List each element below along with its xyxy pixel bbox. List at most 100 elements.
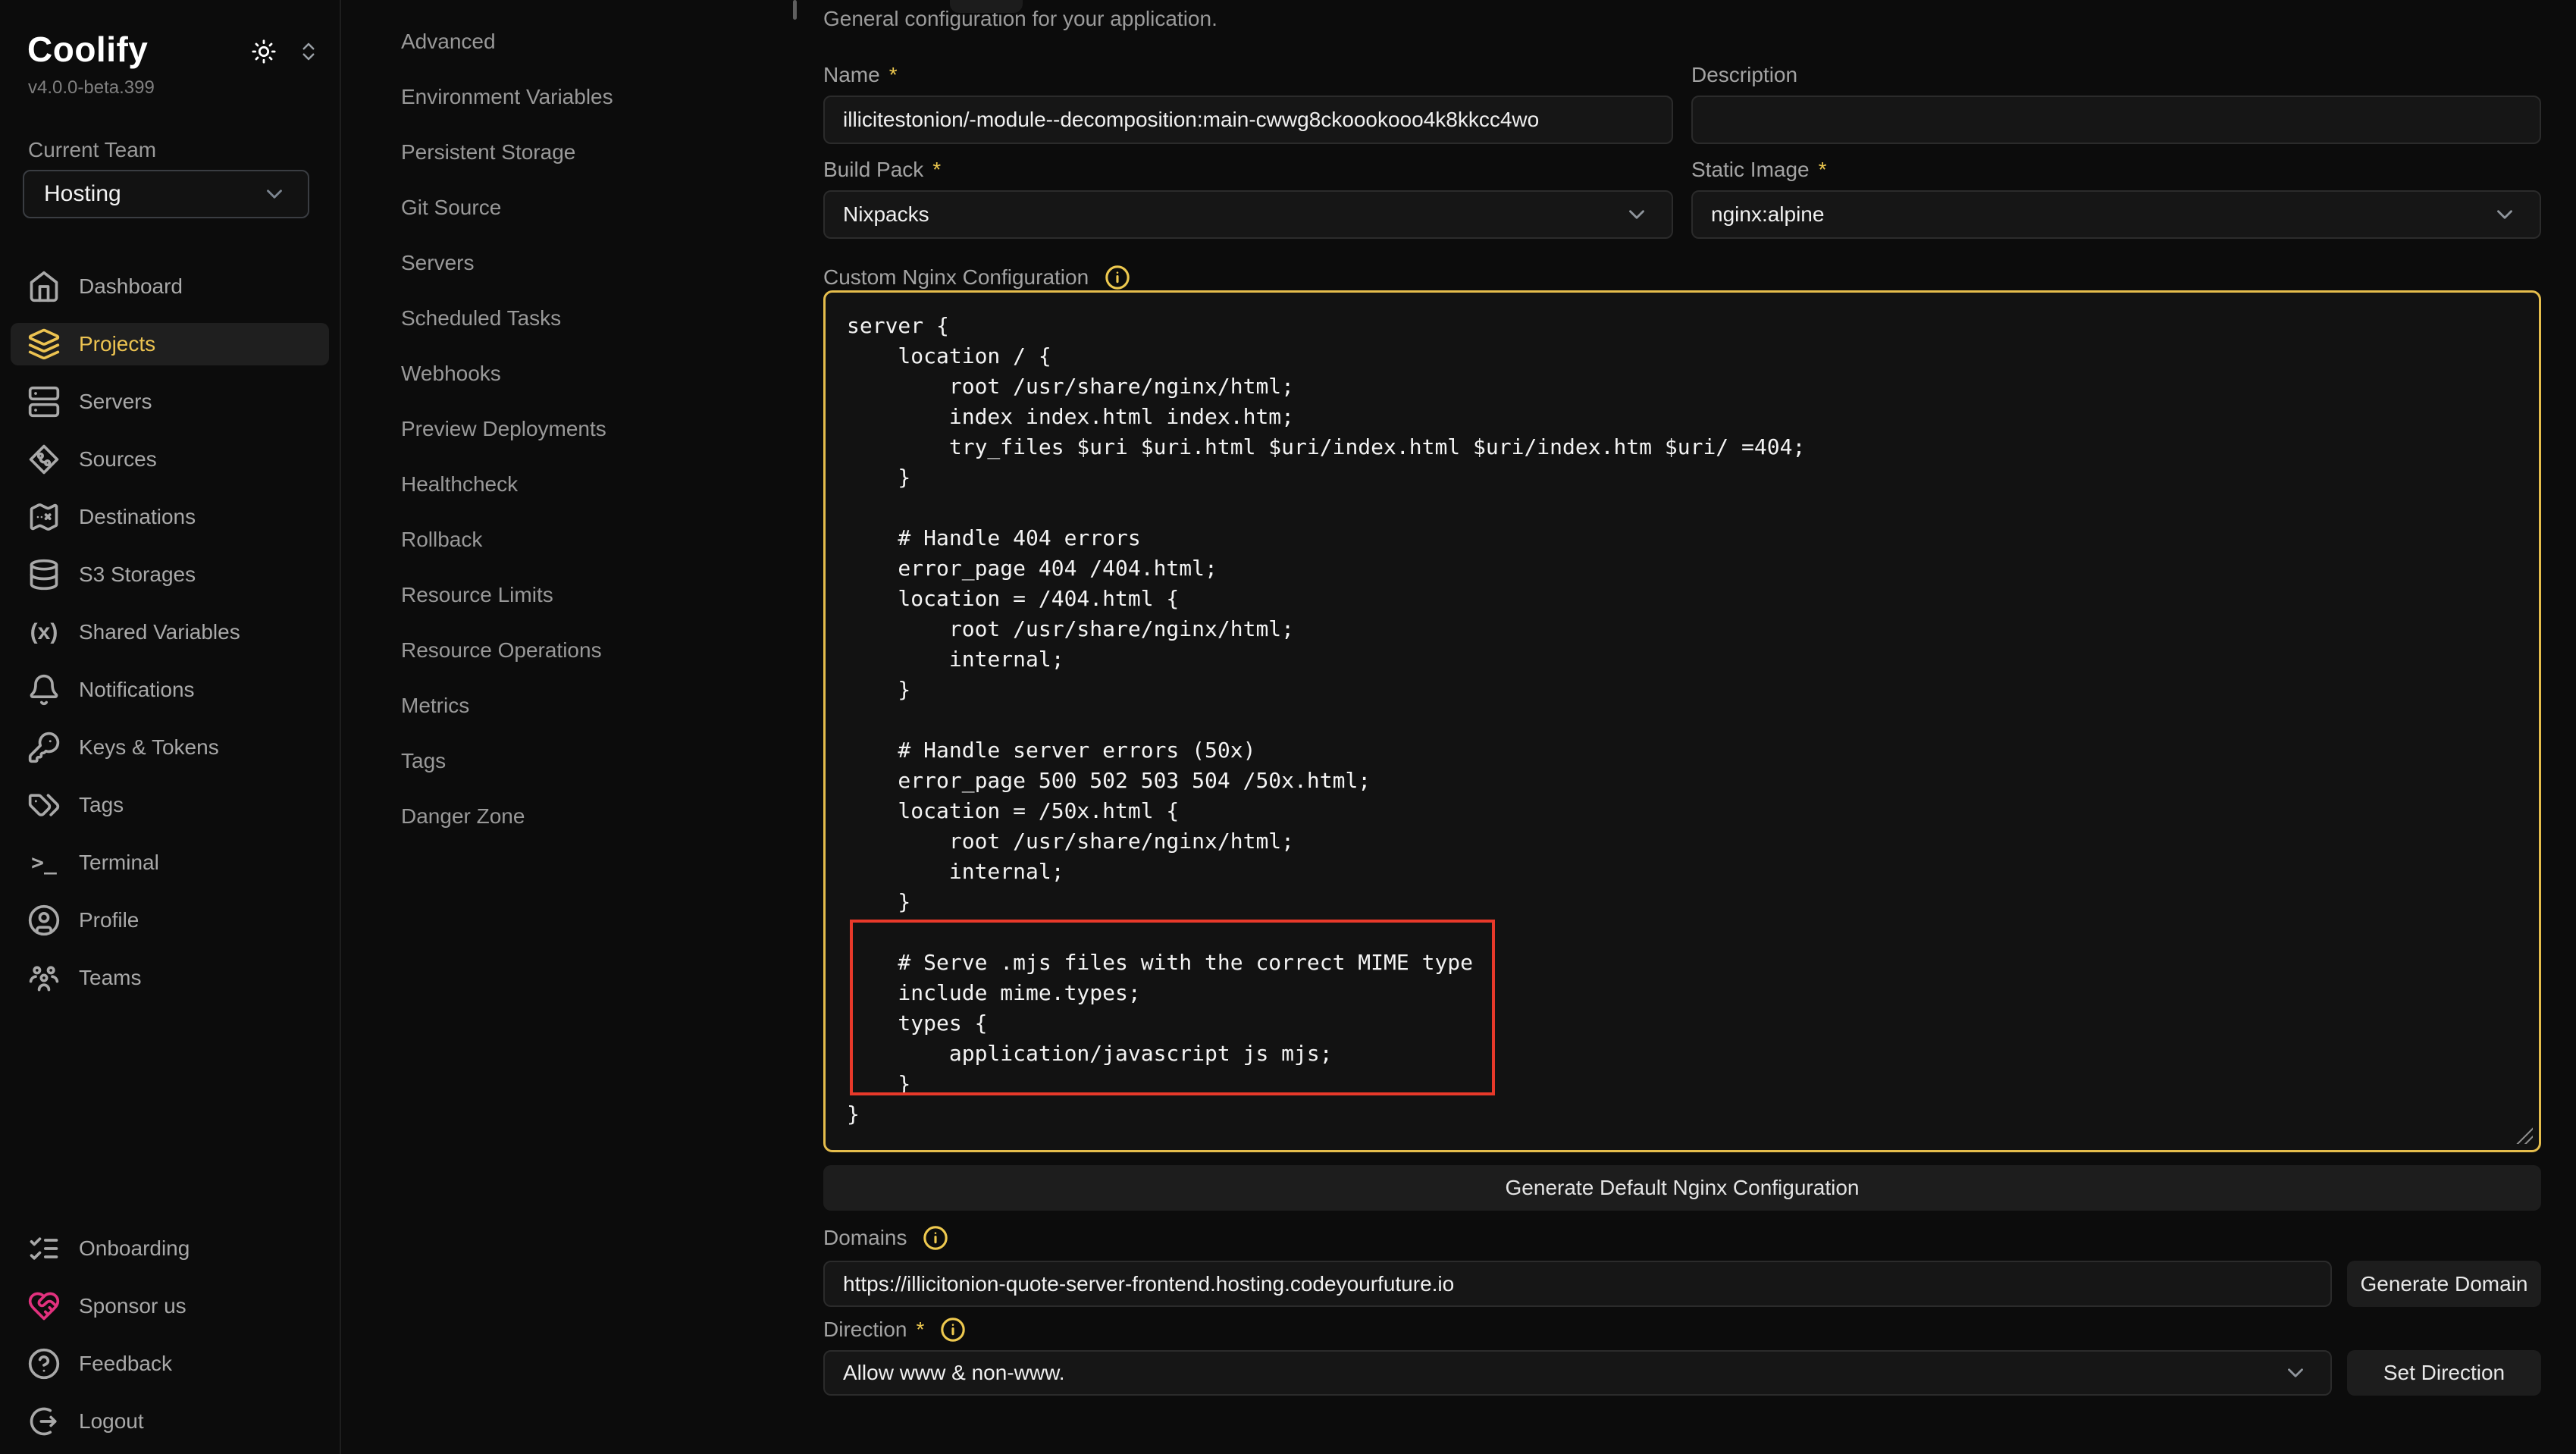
- sidebar-item-label: Terminal: [79, 851, 159, 875]
- set-direction-button[interactable]: Set Direction: [2347, 1350, 2541, 1396]
- nginx-config-code: server { location / { root /usr/share/ng…: [826, 293, 2539, 1130]
- team-select-value: Hosting: [44, 181, 121, 207]
- team-select[interactable]: Hosting: [23, 170, 309, 218]
- submenu-item-persistent-storage[interactable]: Persistent Storage: [401, 131, 820, 174]
- submenu-item-resource-operations[interactable]: Resource Operations: [401, 629, 820, 672]
- sidebar-item-label: Profile: [79, 908, 139, 932]
- parentheses-x-icon: (x): [27, 616, 61, 649]
- sidebar-item-label: Dashboard: [79, 274, 183, 299]
- sidebar-item-sponsor-us[interactable]: Sponsor us: [11, 1285, 329, 1327]
- sidebar-item-teams[interactable]: Teams: [11, 957, 329, 999]
- sidebar-item-servers[interactable]: Servers: [11, 381, 329, 423]
- submenu-item-rollback[interactable]: Rollback: [401, 519, 820, 561]
- sidebar-item-projects[interactable]: Projects: [11, 323, 329, 365]
- submenu-item-preview-deployments[interactable]: Preview Deployments: [401, 408, 820, 450]
- submenu-scrollbar[interactable]: [793, 0, 797, 20]
- chevrons-up-down-icon[interactable]: [297, 35, 320, 68]
- sidebar-item-keys-tokens[interactable]: Keys & Tokens: [11, 726, 329, 769]
- custom-nginx-label: Custom Nginx Configuration: [823, 265, 1089, 290]
- generate-domain-button[interactable]: Generate Domain: [2347, 1261, 2541, 1307]
- sidebar-item-s3-storages[interactable]: S3 Storages: [11, 553, 329, 596]
- description-input[interactable]: [1691, 96, 2541, 144]
- key-icon: [27, 731, 61, 764]
- sun-icon[interactable]: [247, 35, 280, 68]
- sidebar-item-terminal[interactable]: >_ Terminal: [11, 841, 329, 884]
- sidebar-item-feedback[interactable]: Feedback: [11, 1343, 329, 1385]
- info-icon[interactable]: [936, 1313, 970, 1346]
- submenu-item-scheduled-tasks[interactable]: Scheduled Tasks: [401, 297, 820, 340]
- terminal-icon: >_: [27, 846, 61, 879]
- sidebar-item-label: Keys & Tokens: [79, 735, 219, 760]
- chevron-down-icon: [258, 177, 291, 211]
- sidebar-item-label: Servers: [79, 390, 152, 414]
- main-content: General configuration for your applicati…: [820, 0, 2576, 1454]
- domains-label: Domains: [823, 1225, 907, 1251]
- description-label: Description: [1691, 62, 1797, 88]
- domains-input[interactable]: [823, 1261, 2332, 1307]
- custom-nginx-textarea[interactable]: server { location / { root /usr/share/ng…: [823, 290, 2541, 1152]
- tags-icon: [27, 788, 61, 822]
- static-image-label: Static Image: [1691, 157, 1810, 183]
- list-checks-icon: [27, 1232, 61, 1265]
- submenu-item-tags[interactable]: Tags: [401, 740, 820, 782]
- generate-default-nginx-button[interactable]: Generate Default Nginx Configuration: [823, 1165, 2541, 1211]
- sidebar-item-label: Destinations: [79, 505, 196, 529]
- current-team-label: Current Team: [28, 138, 329, 162]
- submenu-item-git-source[interactable]: Git Source: [401, 186, 820, 229]
- git-diamond-icon: [27, 443, 61, 476]
- textarea-resize-handle[interactable]: [2513, 1124, 2533, 1144]
- circle-help-icon: [27, 1347, 61, 1380]
- sidebar-item-destinations[interactable]: Destinations: [11, 496, 329, 538]
- sidebar-item-logout[interactable]: Logout: [11, 1400, 329, 1443]
- submenu-item-resource-limits[interactable]: Resource Limits: [401, 574, 820, 616]
- submenu-item-metrics[interactable]: Metrics: [401, 685, 820, 727]
- sidebar-spacer: [11, 999, 329, 1227]
- sidebar-item-profile[interactable]: Profile: [11, 899, 329, 942]
- sidebar-item-notifications[interactable]: Notifications: [11, 669, 329, 711]
- sidebar-item-label: Tags: [79, 793, 124, 817]
- map-icon: [27, 500, 61, 534]
- direction-value: Allow www & non-www.: [843, 1361, 1065, 1385]
- submenu-item-webhooks[interactable]: Webhooks: [401, 353, 820, 395]
- heart-handshake-icon: [27, 1289, 61, 1323]
- name-input[interactable]: [823, 96, 1673, 144]
- sidebar-item-label: Feedback: [79, 1352, 172, 1376]
- build-pack-value: Nixpacks: [843, 202, 929, 227]
- layers-icon: [27, 327, 61, 361]
- submenu-item-advanced[interactable]: Advanced: [401, 20, 820, 63]
- sidebar-item-label: Shared Variables: [79, 620, 240, 644]
- bell-icon: [27, 673, 61, 707]
- app-logo: Coolify: [27, 30, 148, 68]
- submenu-item-danger-zone[interactable]: Danger Zone: [401, 795, 820, 838]
- info-icon[interactable]: [1101, 261, 1134, 294]
- logout-icon: [27, 1405, 61, 1438]
- sidebar-item-label: Sources: [79, 447, 157, 472]
- sidebar-footer-nav: Onboarding Sponsor us Feedback Logout: [11, 1227, 329, 1443]
- sidebar-item-sources[interactable]: Sources: [11, 438, 329, 481]
- submenu-item-healthcheck[interactable]: Healthcheck: [401, 463, 820, 506]
- chevron-down-icon: [2279, 1356, 2312, 1390]
- required-asterisk: *: [916, 1317, 924, 1343]
- submenu-item-servers[interactable]: Servers: [401, 242, 820, 284]
- build-pack-select[interactable]: Nixpacks: [823, 190, 1673, 239]
- submenu-item-environment-variables[interactable]: Environment Variables: [401, 76, 820, 118]
- sidebar-item-dashboard[interactable]: Dashboard: [11, 265, 329, 308]
- direction-select[interactable]: Allow www & non-www.: [823, 1350, 2332, 1396]
- direction-label: Direction: [823, 1317, 907, 1343]
- required-asterisk: *: [889, 62, 898, 88]
- users-icon: [27, 961, 61, 995]
- required-asterisk: *: [1819, 157, 1827, 183]
- sidebar: Coolify v4.0.0-beta.399 Current Team Hos…: [0, 0, 341, 1454]
- sidebar-item-shared-variables[interactable]: (x) Shared Variables: [11, 611, 329, 653]
- database-icon: [27, 558, 61, 591]
- sidebar-item-label: S3 Storages: [79, 562, 196, 587]
- sidebar-item-tags[interactable]: Tags: [11, 784, 329, 826]
- sidebar-item-label: Onboarding: [79, 1236, 190, 1261]
- static-image-select[interactable]: nginx:alpine: [1691, 190, 2541, 239]
- name-label: Name: [823, 62, 880, 88]
- partial-top-tab: [950, 0, 1023, 13]
- build-pack-label: Build Pack: [823, 157, 923, 183]
- info-icon[interactable]: [919, 1221, 952, 1255]
- sidebar-item-label: Sponsor us: [79, 1294, 186, 1318]
- sidebar-item-onboarding[interactable]: Onboarding: [11, 1227, 329, 1270]
